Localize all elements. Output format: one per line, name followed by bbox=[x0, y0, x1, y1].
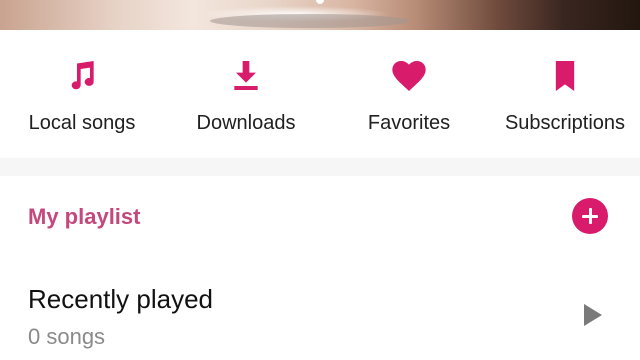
local-songs-button[interactable]: Local songs bbox=[0, 30, 164, 158]
quick-access-bar: Local songs Downloads Favorites Subscrip… bbox=[0, 30, 640, 158]
play-arrow-icon[interactable] bbox=[584, 304, 602, 326]
favorites-button[interactable]: Favorites bbox=[328, 30, 490, 158]
section-divider bbox=[0, 158, 640, 176]
bookmark-icon bbox=[555, 61, 575, 91]
heart-icon bbox=[392, 61, 426, 91]
add-playlist-button[interactable] bbox=[572, 198, 608, 234]
playlist-section-title: My playlist bbox=[28, 204, 141, 229]
banner-pointer bbox=[316, 0, 324, 4]
subscriptions-button[interactable]: Subscriptions bbox=[490, 30, 640, 158]
favorites-label: Favorites bbox=[367, 112, 451, 134]
playlist-section-header: My playlist bbox=[0, 176, 640, 260]
music-note-icon bbox=[71, 61, 94, 90]
download-icon bbox=[234, 61, 258, 90]
header-banner-image bbox=[0, 0, 640, 30]
downloads-button[interactable]: Downloads bbox=[164, 30, 328, 158]
subscriptions-label: Subscriptions bbox=[504, 112, 626, 134]
playlist-item-title: Recently played bbox=[28, 284, 213, 314]
banner-plate bbox=[210, 14, 410, 28]
playlist-item-song-count: 0 songs bbox=[28, 324, 106, 349]
playlist-item-recently-played[interactable]: Recently played 0 songs bbox=[0, 270, 640, 360]
downloads-label: Downloads bbox=[196, 112, 296, 134]
local-songs-label: Local songs bbox=[28, 112, 136, 134]
